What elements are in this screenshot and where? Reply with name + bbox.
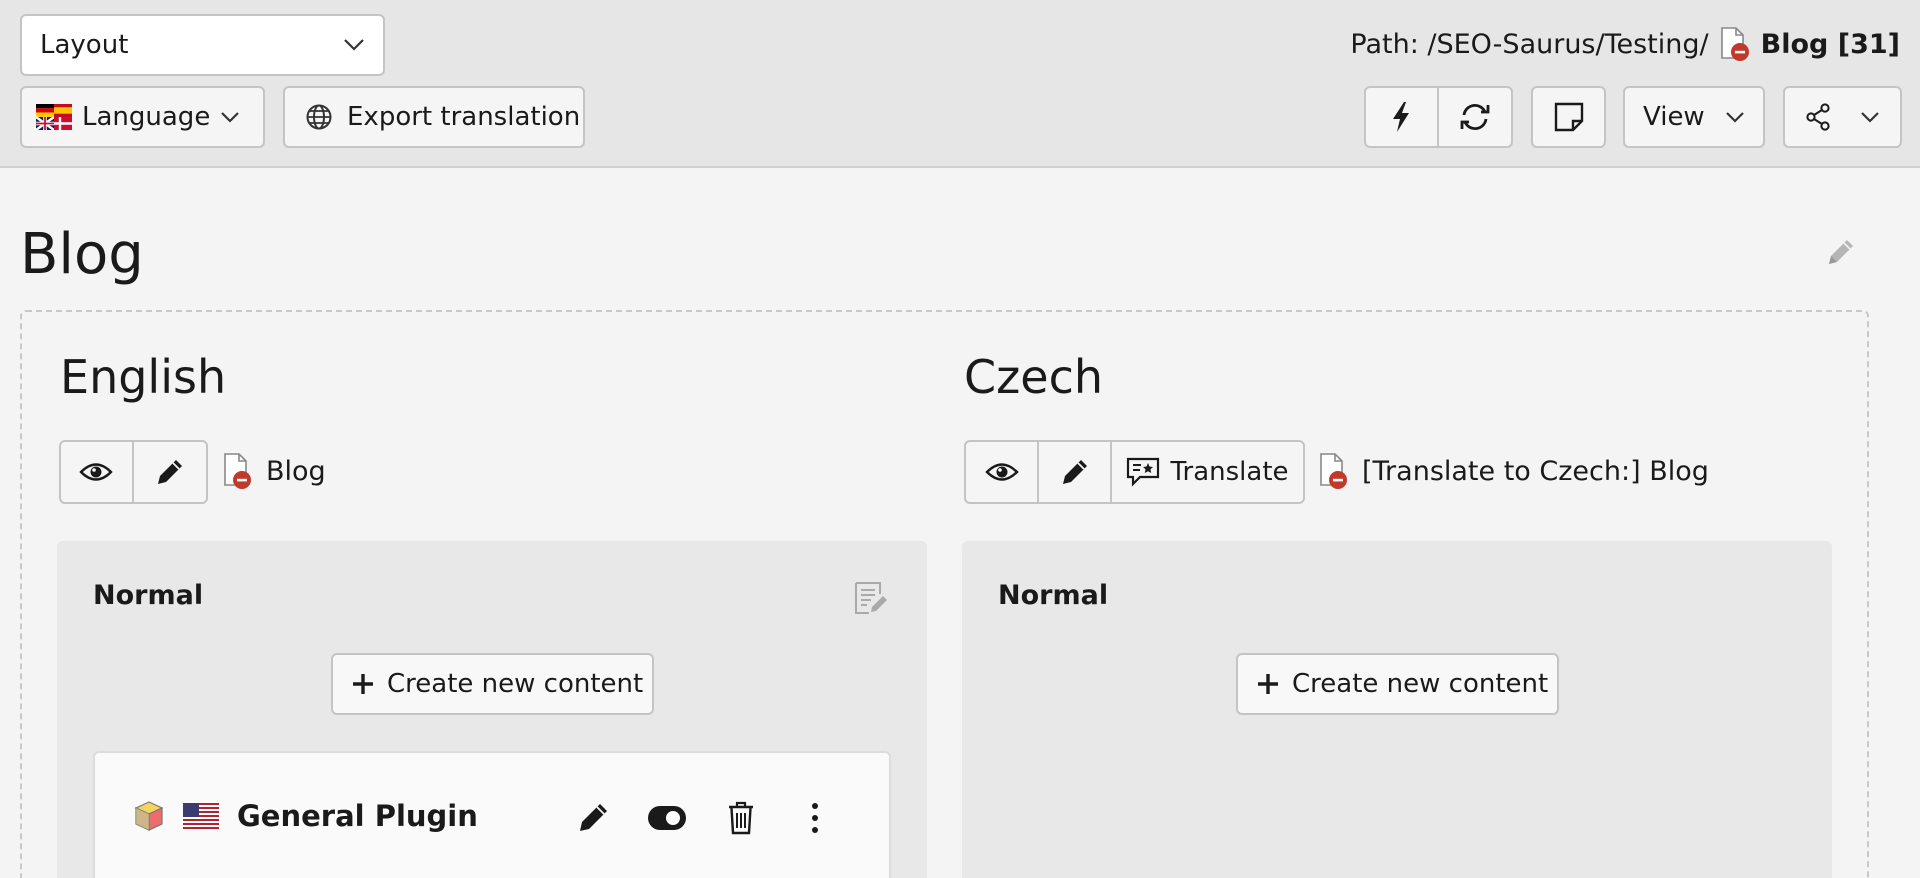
create-new-content-label: Create new content: [1292, 669, 1549, 699]
language-button[interactable]: Language: [20, 86, 265, 148]
globe-icon: [305, 103, 333, 131]
chevron-down-icon: [343, 38, 365, 52]
note-icon: [1553, 101, 1585, 133]
breadcrumb: Path: /SEO-Saurus/Testing/ Blog [31]: [1350, 26, 1900, 62]
eye-icon: [984, 461, 1019, 483]
content-element-actions: [570, 795, 838, 841]
page-title: Blog: [20, 222, 144, 287]
content-element-header: General Plugin: [133, 799, 478, 833]
path-page[interactable]: Blog [31]: [1761, 29, 1900, 60]
czech-page-reference[interactable]: [Translate to Czech:] Blog: [1318, 452, 1709, 490]
english-page-reference[interactable]: Blog: [222, 452, 326, 490]
language-button-label: Language: [82, 102, 211, 132]
edit-page-button[interactable]: [1039, 442, 1112, 502]
cube-icon: [133, 800, 165, 832]
edit-column-icon[interactable]: [853, 580, 889, 616]
create-new-content-label: Create new content: [387, 669, 644, 699]
chevron-down-icon: [1860, 111, 1880, 123]
pencil-icon[interactable]: [570, 795, 616, 841]
eye-icon: [79, 461, 113, 483]
plus-icon: [1256, 672, 1280, 696]
content-element-title: General Plugin: [237, 799, 478, 833]
view-page-button[interactable]: [966, 442, 1039, 502]
more-vertical-icon[interactable]: [792, 795, 838, 841]
create-new-content-button[interactable]: Create new content: [331, 653, 654, 715]
share-dropdown[interactable]: [1783, 86, 1902, 148]
page-hidden-icon: [222, 452, 254, 490]
pencil-icon[interactable]: [1823, 236, 1857, 270]
create-new-content-button[interactable]: Create new content: [1236, 653, 1559, 715]
bolt-icon: [1390, 101, 1412, 133]
plus-icon: [351, 672, 375, 696]
share-icon: [1805, 103, 1831, 131]
edit-page-button[interactable]: [134, 442, 207, 502]
czech-page-title: [Translate to Czech:] Blog: [1362, 455, 1709, 487]
reload-button[interactable]: [1439, 88, 1512, 146]
clear-cache-button[interactable]: [1366, 88, 1439, 146]
path-prefix: Path: /SEO-Saurus/Testing/: [1350, 28, 1709, 60]
pencil-icon: [1059, 456, 1091, 488]
export-translation-label: Export translation: [347, 102, 581, 132]
page-note-button[interactable]: [1531, 86, 1606, 148]
export-translation-button[interactable]: Export translation: [283, 86, 585, 148]
chevron-down-icon: [220, 111, 240, 123]
page-hidden-icon: [1318, 452, 1350, 490]
view-dropdown-label: View: [1643, 102, 1705, 132]
toggle-icon[interactable]: [644, 795, 690, 841]
translate-button[interactable]: Translate: [1112, 442, 1303, 502]
column-title-czech: Czech: [964, 350, 1104, 404]
english-page-title: Blog: [266, 455, 326, 487]
cache-action-group: [1364, 86, 1513, 148]
translate-icon: [1126, 457, 1160, 487]
refresh-icon: [1458, 102, 1492, 132]
translate-button-label: Translate: [1170, 457, 1289, 487]
column-title-english: English: [60, 350, 227, 404]
colpos-title: Normal: [998, 580, 1109, 611]
pencil-icon: [154, 456, 186, 488]
colpos-title: Normal: [93, 580, 204, 611]
flags-icon: [36, 104, 72, 130]
trash-icon[interactable]: [718, 795, 764, 841]
layout-select[interactable]: Layout: [20, 14, 385, 76]
layout-select-value: Layout: [40, 30, 129, 60]
english-page-actions: [59, 440, 208, 504]
chevron-down-icon: [1725, 111, 1745, 123]
page-hidden-icon: [1719, 26, 1751, 62]
view-page-button[interactable]: [61, 442, 134, 502]
view-dropdown[interactable]: View: [1623, 86, 1765, 148]
flag-us-icon: [183, 803, 219, 829]
czech-page-actions: Translate: [964, 440, 1305, 504]
